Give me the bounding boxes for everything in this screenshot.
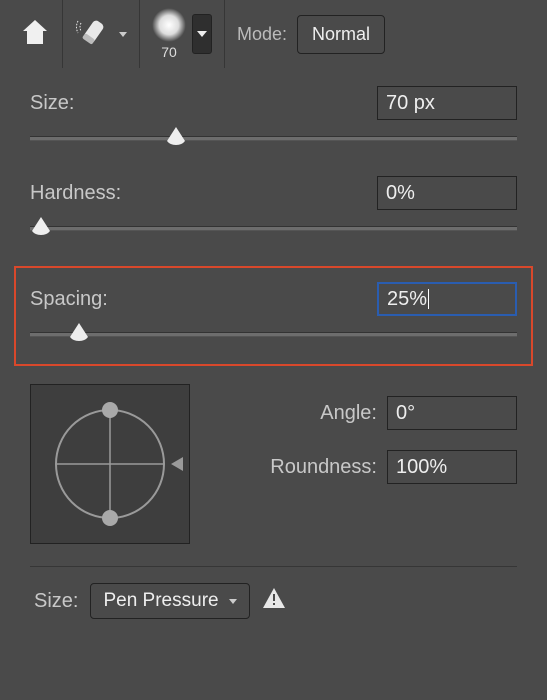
slider-track [30, 136, 517, 141]
brush-slot: 70 [140, 0, 225, 68]
slider-thumb[interactable] [68, 321, 90, 343]
angle-input[interactable]: 0° [387, 396, 517, 430]
mode-select[interactable]: Normal [297, 15, 385, 54]
angle-label: Angle: [208, 402, 377, 425]
hardness-input[interactable]: 0% [377, 176, 517, 210]
spacing-label: Spacing: [30, 288, 108, 311]
size-dynamics-select[interactable]: Pen Pressure [90, 583, 249, 619]
brush-dropdown-button[interactable] [192, 14, 212, 54]
size-label: Size: [30, 92, 74, 115]
angle-row: Angle: 0° [208, 396, 517, 430]
angle-roundness-group: Angle: 0° Roundness: 100% [30, 384, 517, 544]
chevron-down-icon [119, 32, 127, 37]
angle-roundness-fields: Angle: 0° Roundness: 100% [208, 384, 517, 484]
roundness-label: Roundness: [208, 456, 377, 479]
size-row: Size: 70 px [30, 86, 517, 120]
warning-icon[interactable] [262, 587, 286, 615]
chevron-down-icon [229, 599, 237, 604]
size-dynamics-value: Pen Pressure [103, 590, 218, 612]
mode-value: Normal [312, 24, 370, 45]
spacing-input[interactable]: 25% [377, 282, 517, 316]
roundness-row: Roundness: 100% [208, 450, 517, 484]
footer-row: Size: Pen Pressure [30, 566, 517, 619]
footer-size-label: Size: [34, 590, 78, 613]
eraser-icon [75, 17, 109, 51]
brush-size-number: 70 [161, 44, 177, 60]
hardness-slider[interactable] [30, 216, 517, 242]
slider-thumb[interactable] [30, 215, 52, 237]
brush-preview-icon [152, 8, 186, 42]
hardness-label: Hardness: [30, 182, 121, 205]
spacing-row: Spacing: 25% [30, 282, 517, 316]
hardness-row: Hardness: 0% [30, 176, 517, 210]
brush-settings-panel: Size: 70 px Hardness: 0% Spacing: 25% [0, 68, 547, 629]
size-input[interactable]: 70 px [377, 86, 517, 120]
spacing-highlight: Spacing: 25% [14, 266, 533, 366]
angle-dial-icon [35, 389, 185, 539]
options-toolbar: 70 Mode: Normal [0, 0, 547, 68]
brush-preset-button[interactable]: 70 [152, 8, 186, 60]
slider-thumb[interactable] [165, 125, 187, 147]
slider-track [30, 226, 517, 231]
eraser-tool-button[interactable] [75, 17, 127, 51]
slider-track [30, 332, 517, 337]
mode-label: Mode: [237, 24, 287, 45]
tool-slot [63, 0, 140, 68]
home-button[interactable] [20, 18, 50, 51]
size-slider[interactable] [30, 126, 517, 152]
home-slot [8, 0, 63, 68]
mode-slot: Mode: Normal [225, 0, 397, 68]
chevron-down-icon [197, 31, 207, 37]
angle-widget[interactable] [30, 384, 190, 544]
spacing-slider[interactable] [30, 322, 517, 348]
roundness-input[interactable]: 100% [387, 450, 517, 484]
